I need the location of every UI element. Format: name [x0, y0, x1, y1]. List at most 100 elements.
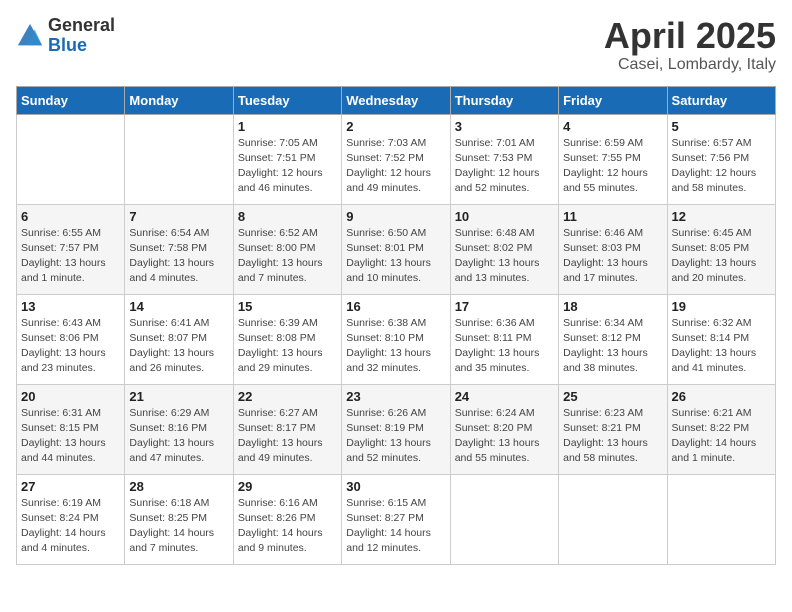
logo-icon [16, 22, 44, 50]
daylight-text: Daylight: 14 hours and 4 minutes. [21, 527, 106, 554]
calendar-cell: 5Sunrise: 6:57 AMSunset: 7:56 PMDaylight… [667, 114, 775, 204]
calendar-cell: 2Sunrise: 7:03 AMSunset: 7:52 PMDaylight… [342, 114, 450, 204]
header-tuesday: Tuesday [233, 86, 341, 114]
day-info: Sunrise: 6:34 AM Sunset: 8:12 PM Daylight:… [563, 316, 662, 377]
daylight-text: Daylight: 13 hours and 49 minutes. [238, 437, 323, 464]
day-number: 24 [455, 389, 554, 404]
sunset-text: Sunset: 8:25 PM [129, 512, 207, 524]
day-number: 14 [129, 299, 228, 314]
day-number: 1 [238, 119, 337, 134]
sunset-text: Sunset: 8:19 PM [346, 422, 424, 434]
daylight-text: Daylight: 13 hours and 26 minutes. [129, 347, 214, 374]
sunrise-text: Sunrise: 6:34 AM [563, 317, 643, 329]
calendar-week-0: 1Sunrise: 7:05 AMSunset: 7:51 PMDaylight… [17, 114, 776, 204]
daylight-text: Daylight: 13 hours and 44 minutes. [21, 437, 106, 464]
sunrise-text: Sunrise: 6:31 AM [21, 407, 101, 419]
day-info: Sunrise: 6:19 AMSunset: 8:24 PMDaylight:… [21, 496, 120, 557]
sunset-text: Sunset: 8:17 PM [238, 422, 316, 434]
sunrise-text: Sunrise: 6:23 AM [563, 407, 643, 419]
day-number: 11 [563, 209, 662, 224]
day-info: Sunrise: 6:52 AMSunset: 8:00 PMDaylight:… [238, 226, 337, 287]
daylight-text: Daylight: 13 hours and 55 minutes. [455, 437, 540, 464]
sunset-text: Sunset: 8:12 PM [563, 332, 641, 344]
daylight-text: Daylight: 13 hours and 1 minute. [21, 257, 106, 284]
day-info: Sunrise: 6:26 AMSunset: 8:19 PMDaylight:… [346, 406, 445, 467]
sunset-text: Sunset: 8:03 PM [563, 242, 641, 254]
sunrise-text: Sunrise: 6:54 AM [129, 227, 209, 239]
header-sunday: Sunday [17, 86, 125, 114]
calendar-cell: 28Sunrise: 6:18 AMSunset: 8:25 PMDayligh… [125, 474, 233, 564]
sunrise-text: Sunrise: 6:45 AM [672, 227, 752, 239]
daylight-text: Daylight: 12 hours and 58 minutes. [672, 167, 757, 194]
day-number: 13 [21, 299, 120, 314]
sunset-text: Sunset: 8:07 PM [129, 332, 207, 344]
header-row: Sunday Monday Tuesday Wednesday Thursday… [17, 86, 776, 114]
daylight-text: Daylight: 13 hours and 10 minutes. [346, 257, 431, 284]
daylight-text: Daylight: 12 hours and 55 minutes. [563, 167, 648, 194]
logo-general: General [48, 15, 115, 35]
daylight-text: Daylight: 14 hours and 12 minutes. [346, 527, 431, 554]
sunrise-text: Sunrise: 6:46 AM [563, 227, 643, 239]
daylight-text: Daylight: 13 hours and 29 minutes. [238, 347, 323, 374]
day-number: 23 [346, 389, 445, 404]
sunrise-text: Sunrise: 6:59 AM [563, 137, 643, 149]
month-title: April 2025 [604, 16, 776, 56]
sunset-text: Sunset: 7:58 PM [129, 242, 207, 254]
calendar-cell: 19Sunrise: 6:32 AMSunset: 8:14 PMDayligh… [667, 294, 775, 384]
sunrise-text: Sunrise: 7:05 AM [238, 137, 318, 149]
day-number: 6 [21, 209, 120, 224]
sunrise-text: Sunrise: 6:26 AM [346, 407, 426, 419]
sunset-text: Sunset: 7:52 PM [346, 152, 424, 164]
day-info: Sunrise: 6:50 AMSunset: 8:01 PMDaylight:… [346, 226, 445, 287]
day-number: 4 [563, 119, 662, 134]
calendar-body: 1Sunrise: 7:05 AMSunset: 7:51 PMDaylight… [17, 114, 776, 564]
day-info: Sunrise: 6:24 AMSunset: 8:20 PMDaylight:… [455, 406, 554, 467]
title-block: April 2025 Casei, Lombardy, Italy [604, 16, 776, 74]
logo: General Blue [16, 16, 115, 56]
calendar-cell: 4Sunrise: 6:59 AMSunset: 7:55 PMDaylight… [559, 114, 667, 204]
daylight-text: Daylight: 14 hours and 7 minutes. [129, 527, 214, 554]
calendar-cell [559, 474, 667, 564]
calendar-cell: 23Sunrise: 6:26 AMSunset: 8:19 PMDayligh… [342, 384, 450, 474]
sunset-text: Sunset: 8:01 PM [346, 242, 424, 254]
logo-text: General Blue [48, 16, 115, 56]
calendar-cell: 22Sunrise: 6:27 AMSunset: 8:17 PMDayligh… [233, 384, 341, 474]
sunrise-text: Sunrise: 6:16 AM [238, 497, 318, 509]
day-number: 12 [672, 209, 771, 224]
location: Casei, Lombardy, Italy [604, 56, 776, 74]
day-number: 20 [21, 389, 120, 404]
sunrise-text: Sunrise: 6:21 AM [672, 407, 752, 419]
day-info: Sunrise: 6:31 AMSunset: 8:15 PMDaylight:… [21, 406, 120, 467]
day-info: Sunrise: 6:46 AM Sunset: 8:03 PM Daylight:… [563, 226, 662, 287]
calendar-cell: 3Sunrise: 7:01 AMSunset: 7:53 PMDaylight… [450, 114, 558, 204]
daylight-text: Daylight: 14 hours and 9 minutes. [238, 527, 323, 554]
daylight-text: Daylight: 13 hours and 17 minutes. [563, 257, 648, 284]
calendar-cell: 9Sunrise: 6:50 AMSunset: 8:01 PMDaylight… [342, 204, 450, 294]
day-info: Sunrise: 6:55 AMSunset: 7:57 PMDaylight:… [21, 226, 120, 287]
logo-blue: Blue [48, 35, 87, 55]
day-info: Sunrise: 6:29 AMSunset: 8:16 PMDaylight:… [129, 406, 228, 467]
daylight-text: Daylight: 13 hours and 38 minutes. [563, 347, 648, 374]
day-info: Sunrise: 6:23 AMSunset: 8:21 PMDaylight:… [563, 406, 662, 467]
calendar-cell: 25Sunrise: 6:23 AMSunset: 8:21 PMDayligh… [559, 384, 667, 474]
daylight-text: Daylight: 13 hours and 32 minutes. [346, 347, 431, 374]
day-number: 17 [455, 299, 554, 314]
calendar-cell: 13Sunrise: 6:43 AMSunset: 8:06 PMDayligh… [17, 294, 125, 384]
calendar-cell [125, 114, 233, 204]
day-info: Sunrise: 6:45 AMSunset: 8:05 PMDaylight:… [672, 226, 771, 287]
sunrise-text: Sunrise: 7:01 AM [455, 137, 535, 149]
day-number: 27 [21, 479, 120, 494]
day-info: Sunrise: 6:18 AMSunset: 8:25 PMDaylight:… [129, 496, 228, 557]
sunset-text: Sunset: 8:02 PM [455, 242, 533, 254]
daylight-text: Daylight: 12 hours and 52 minutes. [455, 167, 540, 194]
daylight-text: Daylight: 12 hours and 46 minutes. [238, 167, 323, 194]
day-info: Sunrise: 6:39 AMSunset: 8:08 PMDaylight:… [238, 316, 337, 377]
sunset-text: Sunset: 8:05 PM [672, 242, 750, 254]
day-number: 7 [129, 209, 228, 224]
sunset-text: Sunset: 8:24 PM [21, 512, 99, 524]
day-number: 2 [346, 119, 445, 134]
sunrise-text: Sunrise: 6:15 AM [346, 497, 426, 509]
day-info: Sunrise: 6:16 AMSunset: 8:26 PMDaylight:… [238, 496, 337, 557]
sunset-text: Sunset: 8:16 PM [129, 422, 207, 434]
calendar-cell: 18Sunrise: 6:34 AMSunset: 8:12 PMDayligh… [559, 294, 667, 384]
